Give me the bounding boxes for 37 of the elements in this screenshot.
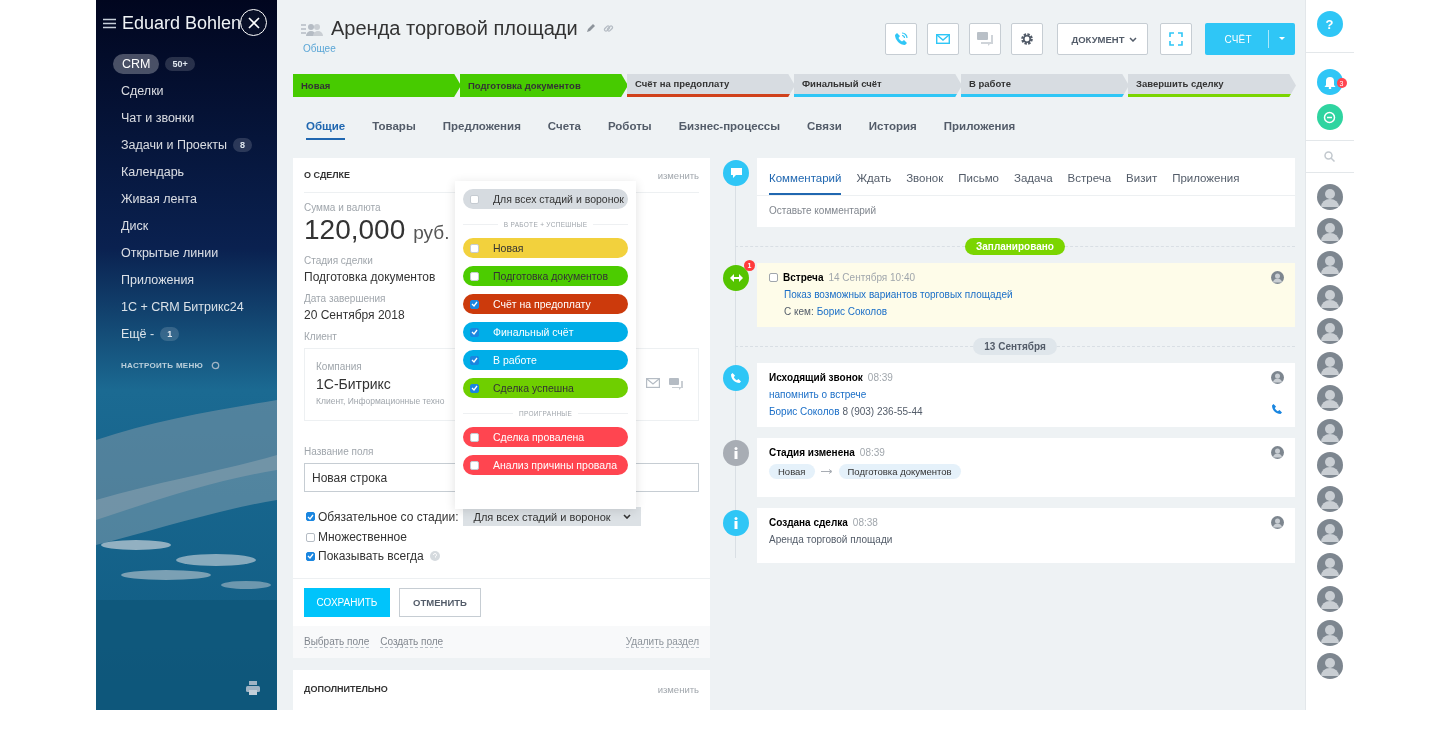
entry-title: Встреча xyxy=(783,272,824,283)
amount-value: 120,000 xyxy=(304,214,406,246)
count-badge: 1 xyxy=(160,326,180,341)
phone-number: 8 (903) 236-55-44 xyxy=(842,406,923,417)
field-label: Компания xyxy=(316,361,362,372)
field-value: Подготовка документов xyxy=(304,270,436,284)
entry-title: Стадия изменена xyxy=(769,447,855,458)
stage-tag: Подготовка документов xyxy=(838,464,961,479)
field-label: С кем: xyxy=(784,306,814,317)
company-name: 1С-Битрикс xyxy=(316,376,391,392)
entry-time: 14 Сентября 10:40 xyxy=(828,272,916,283)
date-label: 13 Сентября xyxy=(973,338,1057,355)
count-badge: 8 xyxy=(233,137,253,152)
section-heading: ДОПОЛНИТЕЛЬНО xyxy=(304,684,388,694)
entry-time: 08:38 xyxy=(852,517,878,528)
field-label: Название поля xyxy=(304,446,374,457)
stage-tag: Новая xyxy=(769,464,815,479)
entry-time: 08:39 xyxy=(859,447,885,458)
option-label: Обязательное со стадии: xyxy=(318,509,459,524)
entry-title: Создана сделка xyxy=(769,517,848,528)
deal-title: Аренда торговой площади xyxy=(331,17,578,40)
option-label: Показывать всегда xyxy=(318,549,424,563)
entry-text: Аренда торговой площади xyxy=(769,534,893,545)
sidebar-title: Eduard Bohlen xyxy=(122,12,242,34)
field-label: Сумма и валюта xyxy=(304,202,381,213)
field-label: Стадия сделки xyxy=(304,255,373,266)
field-label: Дата завершения xyxy=(304,293,386,304)
field-label: Клиент xyxy=(304,331,337,342)
option-label: Множественное xyxy=(318,530,407,544)
field-value: 20 Сентября 2018 xyxy=(304,308,405,322)
count-badge: 50+ xyxy=(165,56,195,71)
entry-title: Исходящий звонок xyxy=(769,372,863,383)
currency-label: руб. xyxy=(413,222,450,244)
entry-time: 08:39 xyxy=(867,372,893,383)
company-description: Клиент, Информационные техно xyxy=(316,396,445,406)
date-label: Запланировано xyxy=(965,238,1065,255)
section-heading: О СДЕЛКЕ xyxy=(304,170,351,180)
